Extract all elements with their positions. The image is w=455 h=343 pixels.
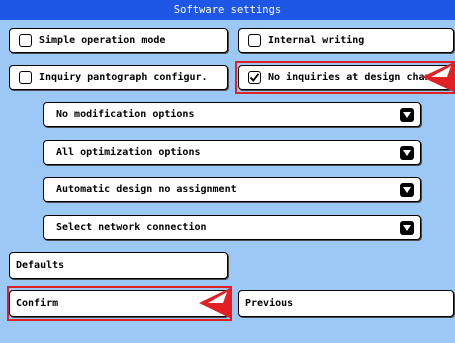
checkbox-unchecked-icon xyxy=(19,34,32,47)
previous-label: Previous xyxy=(245,298,294,309)
previous-button[interactable]: Previous xyxy=(238,290,454,317)
chevron-down-icon xyxy=(400,220,414,235)
pointer-arrow-icon xyxy=(199,288,230,318)
chevron-down-icon xyxy=(400,107,414,122)
chevron-down-icon xyxy=(400,145,414,160)
chevron-down-icon xyxy=(400,182,414,197)
design-assignment-dropdown[interactable]: Automatic design no assignment xyxy=(43,177,421,202)
pointer-arrow-icon xyxy=(422,62,454,92)
inquiry-pantograph-label: Inquiry pantograph configur. xyxy=(39,72,208,83)
optimization-options-value: All optimization options xyxy=(56,147,201,158)
defaults-button[interactable]: Defaults xyxy=(9,252,228,279)
checkbox-unchecked-icon xyxy=(248,34,261,47)
design-assignment-value: Automatic design no assignment xyxy=(56,184,237,195)
internal-writing-checkbox[interactable]: Internal writing xyxy=(238,28,454,53)
inquiry-pantograph-checkbox[interactable]: Inquiry pantograph configur. xyxy=(9,65,228,90)
optimization-options-dropdown[interactable]: All optimization options xyxy=(43,140,421,165)
simple-operation-mode-label: Simple operation mode xyxy=(39,35,166,46)
window-title: Software settings xyxy=(0,0,455,20)
simple-operation-mode-checkbox[interactable]: Simple operation mode xyxy=(9,28,228,53)
network-connection-dropdown[interactable]: Select network connection xyxy=(43,215,421,240)
modification-options-value: No modification options xyxy=(56,109,195,120)
modification-options-dropdown[interactable]: No modification options xyxy=(43,102,421,127)
defaults-label: Defaults xyxy=(16,260,65,271)
checkbox-unchecked-icon xyxy=(19,71,32,84)
internal-writing-label: Internal writing xyxy=(268,35,365,46)
network-connection-value: Select network connection xyxy=(56,222,207,233)
